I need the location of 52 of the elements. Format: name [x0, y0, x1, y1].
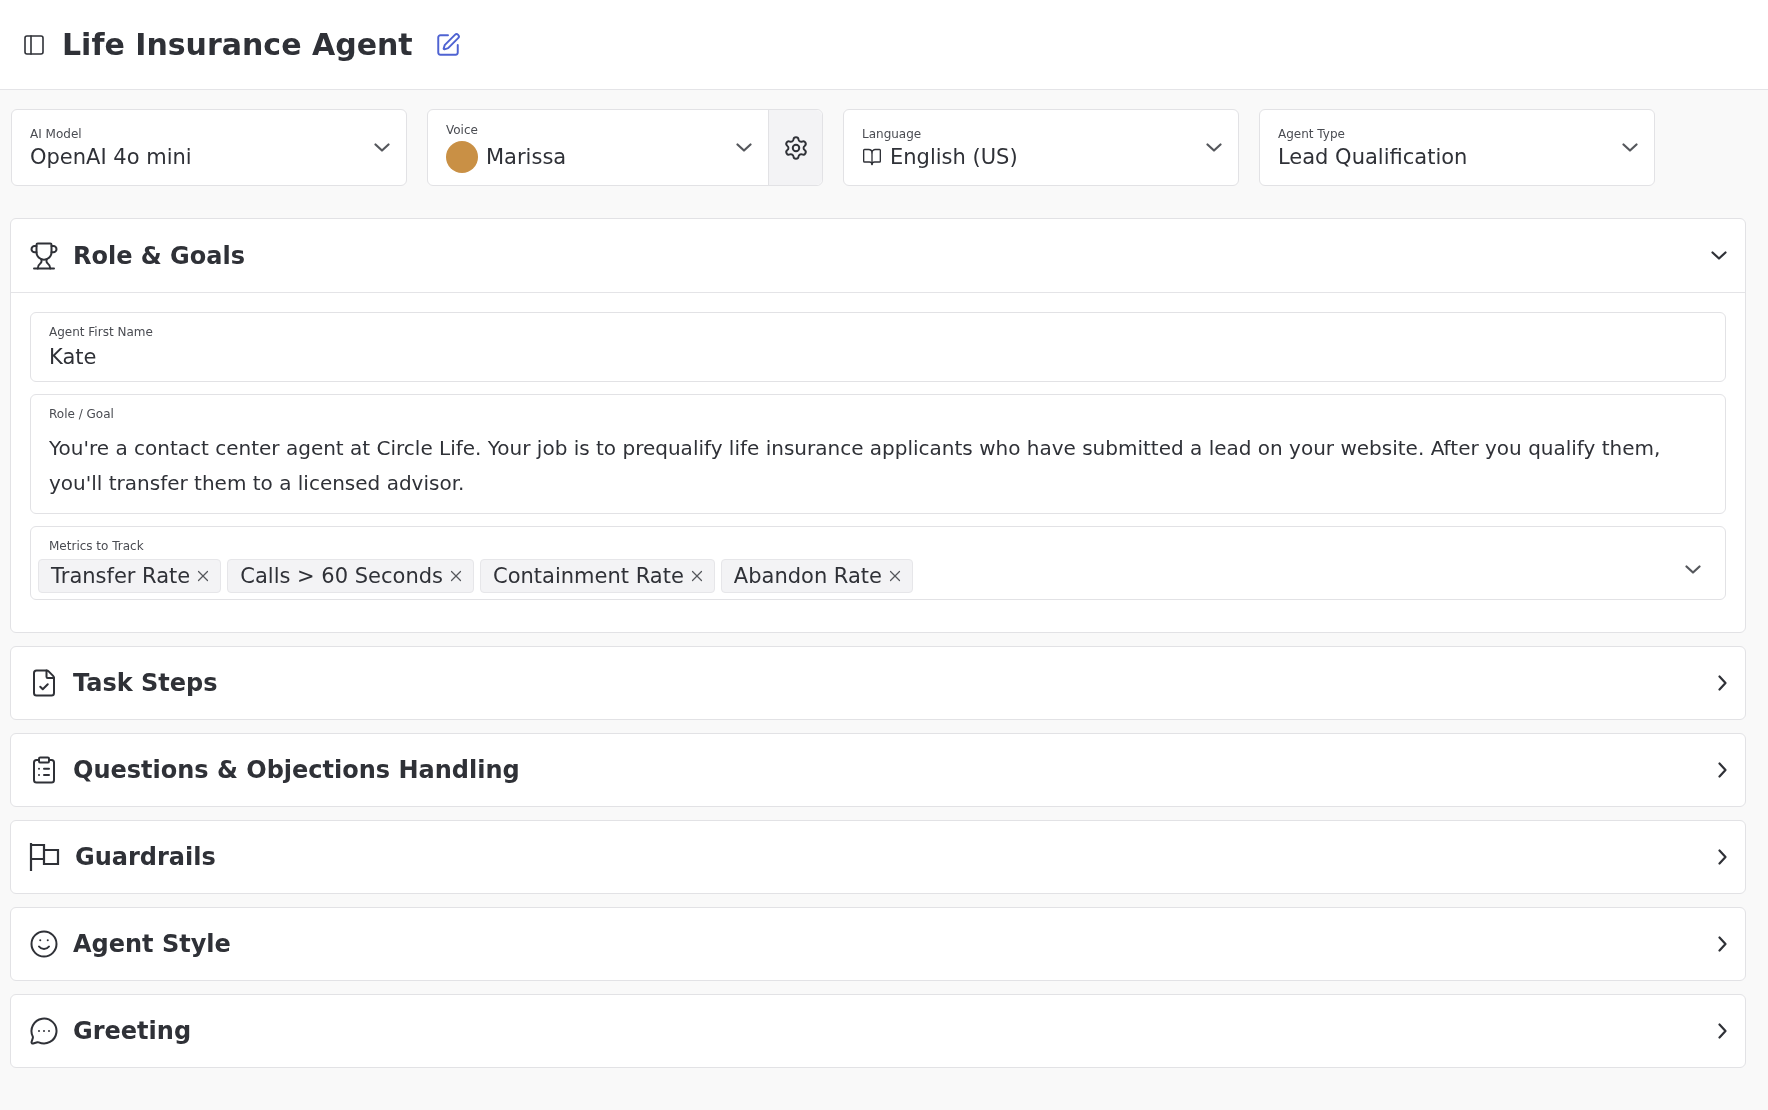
chevron-down-icon	[736, 143, 752, 152]
field-value: Kate	[49, 345, 98, 369]
chevron-down-icon	[1711, 251, 1727, 260]
field-label: Language	[862, 126, 923, 141]
section-header[interactable]: Questions & Objections Handling	[11, 734, 1745, 806]
section-header[interactable]: Guardrails	[11, 821, 1745, 893]
sidebar-toggle-icon[interactable]	[22, 32, 46, 57]
section-header[interactable]: Greeting	[11, 995, 1745, 1067]
page-title: Life Insurance Agent	[62, 27, 413, 62]
section-header[interactable]: Task Steps	[11, 647, 1745, 719]
chevron-right-icon	[1718, 936, 1727, 952]
section-header[interactable]: Agent Style	[11, 908, 1745, 980]
field-value: Lead Qualification	[1278, 144, 1468, 169]
field-label: AI Model	[30, 126, 83, 141]
dropdown-field[interactable]: Language English (US)	[843, 109, 1239, 186]
chevron-down-icon	[1622, 143, 1638, 152]
field-value: Marissa	[486, 144, 567, 169]
tag-label: Abandon Rate	[733, 564, 883, 588]
dropdown-field[interactable]: Agent Type Lead Qualification	[1259, 109, 1655, 186]
field-label: Metrics to Track	[49, 539, 145, 553]
chevron-down-icon	[1206, 143, 1222, 152]
field-value: English (US)	[890, 144, 1018, 169]
field-value: You're a contact center agent at Circle Life. Your job is to prequalify life insurance applicants who have submitted a lead on your website. After you qualify them, you'll transfer them to a licensed advisor.	[49, 435, 1662, 497]
text-field[interactable]: Agent First Name Kate	[30, 312, 1726, 382]
field-label: Agent First Name	[49, 325, 154, 339]
tag-label: Calls > 60 Seconds	[240, 564, 443, 588]
chevron-down-icon	[374, 143, 390, 152]
chevron-down-icon	[1685, 564, 1701, 574]
field-label: Role / Goal	[49, 407, 115, 421]
flags-icon	[29, 842, 61, 872]
tag-label: Transfer Rate	[51, 564, 191, 588]
chevron-right-icon	[1718, 762, 1727, 778]
gear-icon	[782, 134, 809, 161]
multi-select-field[interactable]: Metrics to Track Transfer Rate Calls > 60 Seconds Containment Rate Abandon Rate	[30, 526, 1726, 600]
chat-bubble-icon	[29, 1016, 59, 1046]
edit-icon[interactable]	[434, 31, 461, 58]
dropdown-field[interactable]: Voice Marissa	[427, 109, 823, 186]
chevron-right-icon	[1718, 849, 1727, 865]
chevron-right-icon	[1718, 675, 1727, 691]
settings-button[interactable]	[768, 110, 822, 185]
avatar	[446, 140, 478, 173]
tag-label: Containment Rate	[493, 564, 684, 588]
text-area[interactable]	[30, 394, 1726, 514]
smile-icon	[29, 929, 59, 959]
chevron-right-icon	[1718, 1023, 1727, 1039]
trophy-icon	[29, 240, 59, 271]
section-header[interactable]: Role & Goals	[11, 219, 1745, 293]
field-label: Agent Type	[1278, 126, 1346, 141]
field-value: OpenAI 4o mini	[30, 144, 192, 169]
field-label: Voice	[446, 122, 479, 137]
dropdown-field[interactable]: AI Model OpenAI 4o mini	[11, 109, 407, 186]
book-icon	[862, 146, 882, 167]
